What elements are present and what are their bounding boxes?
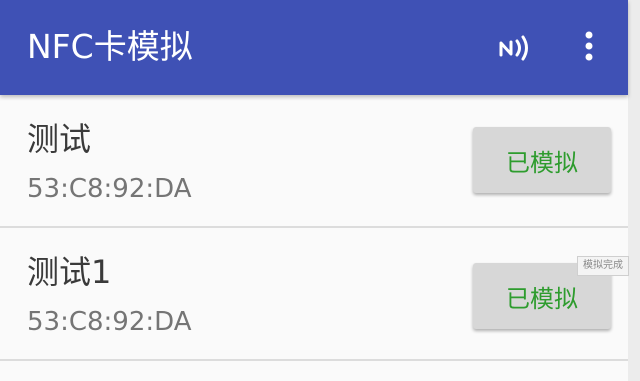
simulate-button[interactable]: 已模拟	[473, 127, 611, 193]
card-uid: 53:C8:92:DA	[27, 174, 192, 204]
card-name: 测试1	[27, 253, 112, 291]
screen-edge	[628, 0, 640, 381]
toolbar: NFC卡模拟	[0, 0, 628, 95]
nfc-icon[interactable]	[496, 30, 536, 66]
toolbar-title: NFC卡模拟	[27, 27, 193, 66]
card-list: 测试 53:C8:92:DA 已模拟 测试1 53:C8:92:DA 已模拟	[0, 95, 628, 361]
card-name: 测试	[27, 120, 92, 158]
more-vert-icon[interactable]	[575, 29, 603, 65]
list-item[interactable]: 测试1 53:C8:92:DA 已模拟	[0, 228, 628, 361]
toast-message: 模拟完成	[577, 256, 629, 276]
card-uid: 53:C8:92:DA	[27, 307, 192, 337]
app-screen: NFC卡模拟 测试 53:C8:92:DA 已模拟 测试1 53:C8:92:D…	[0, 0, 629, 381]
list-item[interactable]: 测试 53:C8:92:DA 已模拟	[0, 95, 628, 228]
